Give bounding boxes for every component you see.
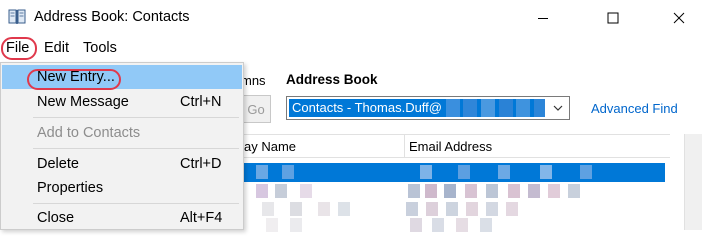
address-book-label: Address Book bbox=[286, 72, 378, 87]
redaction-block bbox=[300, 184, 312, 198]
redaction-block bbox=[410, 218, 422, 232]
menu-item-shortcut: Ctrl+D bbox=[180, 156, 222, 172]
redaction-block bbox=[528, 184, 540, 198]
address-book-value: Contacts - Thomas.Duff@ bbox=[292, 100, 442, 115]
menu-divider bbox=[33, 203, 239, 204]
menu-divider bbox=[33, 148, 239, 149]
redaction-block bbox=[425, 184, 437, 198]
redaction-block bbox=[290, 202, 302, 216]
redaction-block bbox=[338, 202, 350, 216]
menu-item-label: Delete bbox=[37, 156, 79, 172]
title-bar: Address Book: Contacts bbox=[0, 0, 702, 36]
redaction-block bbox=[463, 99, 478, 117]
menu-item-properties[interactable]: Properties bbox=[2, 176, 242, 200]
redaction-block bbox=[533, 99, 545, 117]
menu-edit[interactable]: Edit bbox=[44, 40, 69, 56]
table-row[interactable] bbox=[240, 163, 665, 182]
redaction-block bbox=[458, 165, 470, 179]
redaction-block bbox=[486, 184, 498, 198]
menu-item-label: Add to Contacts bbox=[37, 125, 141, 141]
redaction-block bbox=[466, 202, 478, 216]
menu-item-new-message[interactable]: New Message Ctrl+N bbox=[2, 90, 242, 114]
menu-tools[interactable]: Tools bbox=[83, 40, 117, 56]
redaction-block bbox=[318, 202, 330, 216]
menu-item-label: New Message bbox=[37, 94, 129, 110]
column-header-email[interactable]: Email Address bbox=[409, 139, 492, 154]
menu-item-label: Close bbox=[37, 210, 75, 226]
menu-item-add-to-contacts: Add to Contacts bbox=[2, 121, 242, 145]
column-header-name[interactable]: ay Name bbox=[244, 139, 296, 154]
redaction-block bbox=[446, 202, 458, 216]
redaction-block bbox=[445, 99, 460, 117]
chevron-down-icon[interactable] bbox=[549, 99, 567, 117]
redaction-block bbox=[480, 99, 495, 117]
redaction-block bbox=[486, 202, 498, 216]
menu-item-close[interactable]: Close Alt+F4 bbox=[2, 206, 242, 230]
columns-label: mns bbox=[241, 73, 266, 88]
minimize-icon bbox=[538, 18, 548, 19]
redaction-block bbox=[456, 218, 468, 232]
redaction-block bbox=[262, 202, 274, 216]
redaction-block bbox=[506, 202, 518, 216]
redaction-block bbox=[282, 165, 294, 179]
close-button[interactable] bbox=[656, 0, 702, 36]
window-title: Address Book: Contacts bbox=[34, 9, 190, 25]
redaction-block bbox=[256, 165, 268, 179]
redaction-block bbox=[480, 218, 492, 232]
redaction-block bbox=[498, 165, 510, 179]
address-book-selected: Contacts - Thomas.Duff@ bbox=[289, 99, 545, 117]
redaction-block bbox=[568, 184, 580, 198]
redaction-block bbox=[256, 184, 268, 198]
menu-item-shortcut: Alt+F4 bbox=[180, 210, 223, 226]
redaction-block bbox=[266, 218, 278, 232]
maximize-button[interactable] bbox=[590, 0, 636, 36]
menu-item-new-entry[interactable]: New Entry... bbox=[2, 65, 242, 90]
redaction-block bbox=[420, 165, 432, 179]
close-icon bbox=[673, 12, 685, 24]
menu-item-label: Properties bbox=[37, 180, 104, 196]
column-divider[interactable] bbox=[404, 135, 405, 157]
minimize-button[interactable] bbox=[520, 0, 566, 36]
maximize-icon bbox=[607, 12, 619, 24]
go-button[interactable]: Go bbox=[241, 95, 271, 123]
menu-divider bbox=[33, 117, 239, 118]
redaction-block bbox=[540, 165, 552, 179]
redaction-block bbox=[275, 184, 287, 198]
redaction-block bbox=[406, 202, 418, 216]
redaction-block bbox=[508, 184, 520, 198]
list-header: ay Name Email Address bbox=[240, 134, 670, 158]
redaction-block bbox=[498, 99, 513, 117]
address-book-icon bbox=[8, 9, 26, 25]
file-annotation-circle bbox=[1, 37, 37, 60]
menu-item-shortcut: Ctrl+N bbox=[180, 94, 222, 110]
menu-item-delete[interactable]: Delete Ctrl+D bbox=[2, 152, 242, 176]
redaction-block bbox=[516, 99, 531, 117]
redaction-block bbox=[290, 218, 302, 232]
new-entry-annotation-circle bbox=[27, 69, 121, 90]
redaction-block bbox=[444, 184, 456, 198]
redaction-block bbox=[548, 184, 560, 198]
redaction-block bbox=[465, 184, 477, 198]
file-menu-dropdown: New Entry... New Message Ctrl+N Add to C… bbox=[0, 62, 244, 230]
redaction-block bbox=[432, 218, 444, 232]
list-scrollbar[interactable] bbox=[684, 134, 702, 230]
redaction-block bbox=[580, 165, 592, 179]
advanced-find-link[interactable]: Advanced Find bbox=[591, 101, 678, 116]
redaction-block bbox=[408, 184, 420, 198]
redaction-block bbox=[426, 202, 438, 216]
menu-bar: File Edit Tools bbox=[0, 36, 702, 62]
address-book-select[interactable]: Contacts - Thomas.Duff@ bbox=[286, 96, 570, 120]
